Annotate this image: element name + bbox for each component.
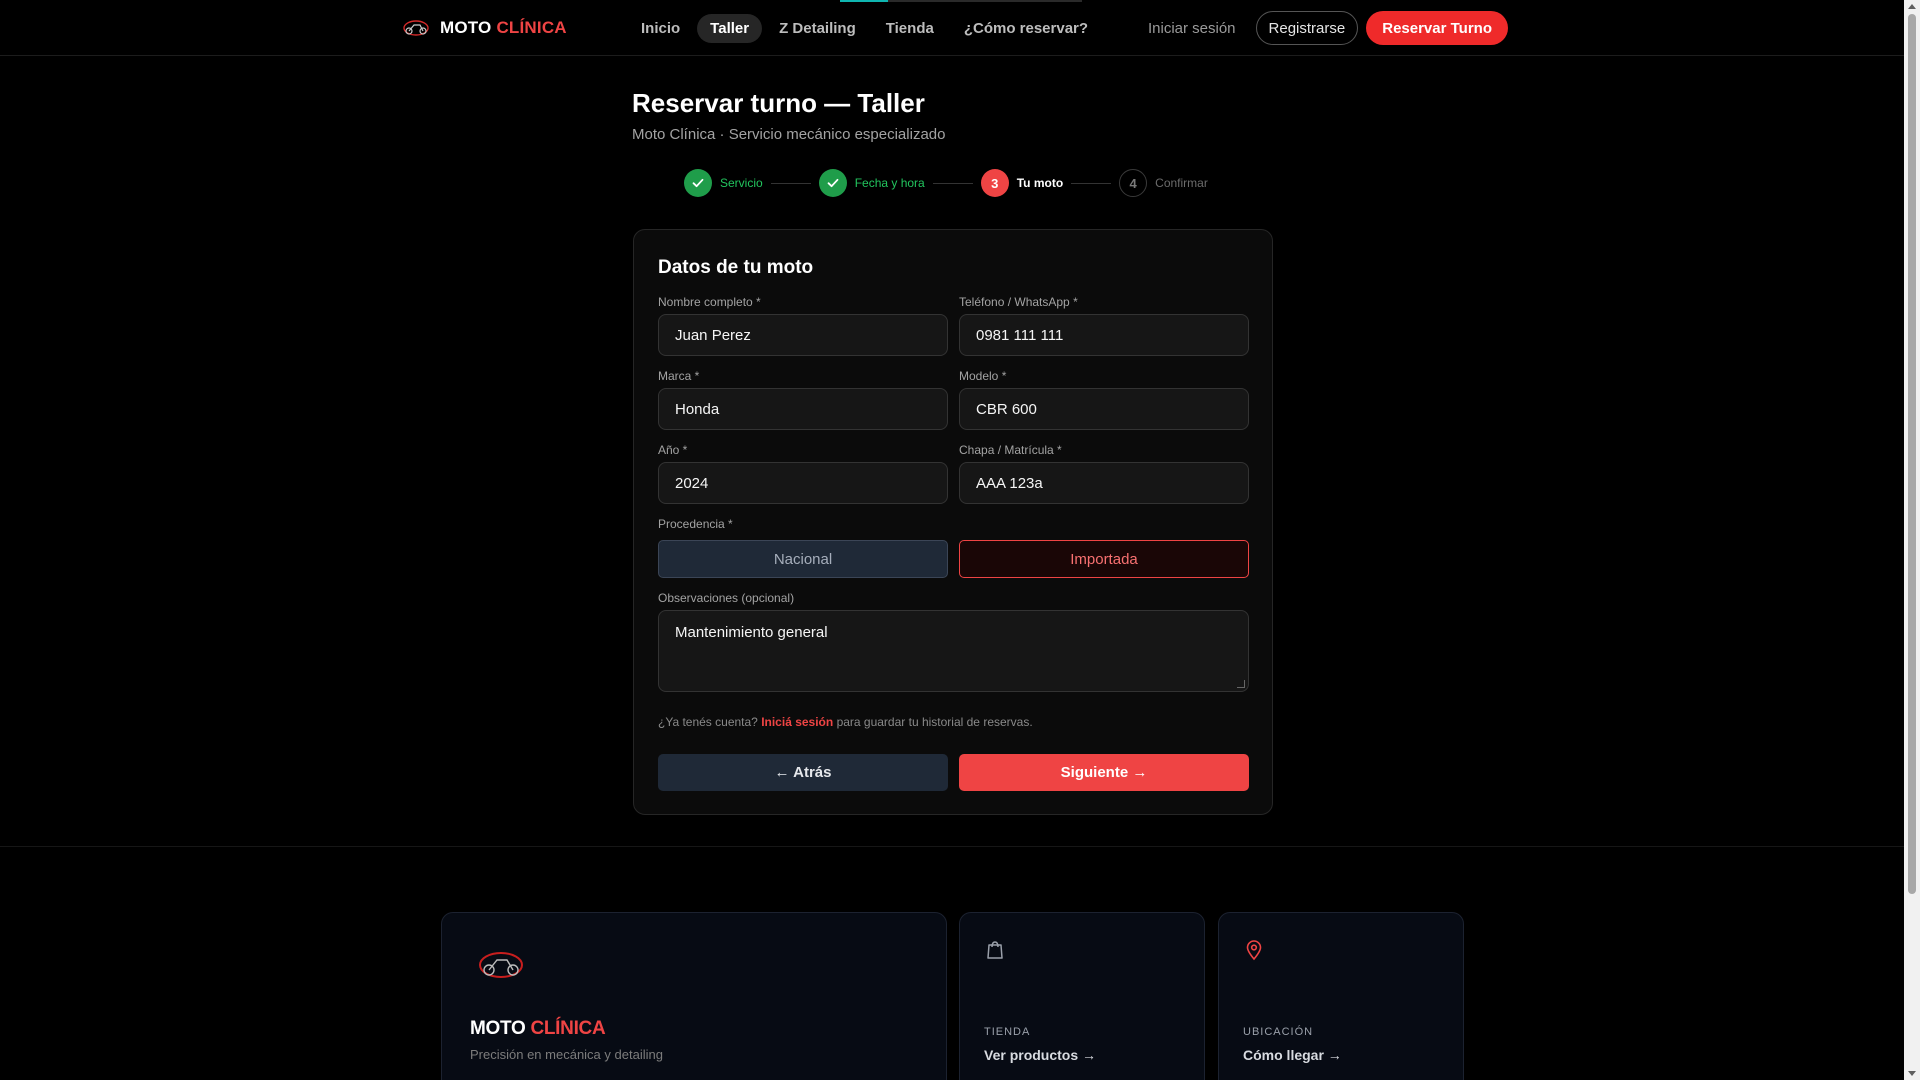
next-button[interactable]: Siguiente → <box>959 754 1249 791</box>
year-label: Año * <box>658 443 688 457</box>
account-note: ¿Ya tenés cuenta? Iniciá sesión para gua… <box>658 715 1033 729</box>
top-navbar: MOTO CLÍNICA Inicio Taller Z Detailing T… <box>0 0 1904 56</box>
back-button[interactable]: ← Atrás <box>658 754 948 791</box>
check-icon <box>818 169 847 197</box>
moto-details-form: Datos de tu moto Nombre completo * Juan … <box>633 229 1273 815</box>
register-button[interactable]: Registrarse <box>1255 11 1359 45</box>
brand-name: MOTO CLÍNICA <box>440 18 567 37</box>
shopping-bag-icon <box>987 941 1003 959</box>
form-title: Datos de tu moto <box>658 257 814 278</box>
reserve-turn-button[interactable]: Reservar Turno <box>1366 11 1508 45</box>
footer-tagline: Precisión en mecánica y detailing <box>470 1047 663 1062</box>
footer-shop-kicker: TIENDA <box>984 1026 1031 1038</box>
footer-location-card[interactable]: UBICACIÓN Cómo llegar → <box>1218 912 1464 1080</box>
step-label: Servicio <box>720 176 763 190</box>
phone-input[interactable]: 0981 111 111 <box>959 314 1249 356</box>
nav-progress-indicator <box>840 0 1082 2</box>
model-input[interactable]: CBR 600 <box>959 388 1249 430</box>
motorcycle-logo-icon <box>479 952 523 978</box>
notes-label: Observaciones (opcional) <box>658 591 795 605</box>
step-servicio: Servicio <box>684 169 763 197</box>
footer-brand-card: MOTO CLÍNICA Precisión en mecánica y det… <box>441 912 947 1080</box>
step-label: Tu moto <box>1016 176 1064 190</box>
notes-textarea[interactable]: Mantenimiento general <box>658 610 1249 692</box>
footer-brand-name: MOTO CLÍNICA <box>470 1018 606 1039</box>
notes-text: Mantenimiento general <box>675 624 828 641</box>
footer-location-link[interactable]: Cómo llegar → <box>1243 1047 1342 1063</box>
page-subtitle: Moto Clínica · Servicio mecánico especia… <box>632 126 946 143</box>
header-actions: Iniciar sesión Registrarse Reservar Turn… <box>1136 11 1508 45</box>
account-note-prefix: ¿Ya tenés cuenta? <box>658 715 758 729</box>
footer-divider <box>0 846 1904 847</box>
motorcycle-logo-icon <box>403 20 429 36</box>
scroll-thumb[interactable] <box>1908 14 1916 894</box>
origin-nacional-button[interactable]: Nacional <box>658 540 948 578</box>
step-connector <box>932 182 973 184</box>
booking-stepper: Servicio Fecha y hora 3 Tu moto 4 Confir… <box>684 169 1208 197</box>
name-label: Nombre completo * <box>658 295 761 309</box>
footer-shop-card[interactable]: TIENDA Ver productos → <box>959 912 1205 1080</box>
phone-label: Teléfono / WhatsApp * <box>959 295 1078 309</box>
step-connector <box>1071 182 1112 184</box>
scroll-up-arrow-icon[interactable] <box>1908 4 1916 9</box>
name-input[interactable]: Juan Perez <box>658 314 948 356</box>
step-number: 4 <box>1119 169 1148 197</box>
nav-taller[interactable]: Taller <box>697 13 763 43</box>
footer-shop-link[interactable]: Ver productos → <box>984 1047 1096 1063</box>
step-number: 3 <box>980 169 1009 197</box>
brand-logo-link[interactable]: MOTO CLÍNICA <box>402 14 567 42</box>
brand-label: Marca * <box>658 369 700 383</box>
step-fecha-hora: Fecha y hora <box>818 169 925 197</box>
map-pin-icon <box>1246 940 1262 961</box>
nav-z-detailing[interactable]: Z Detailing <box>766 14 869 43</box>
origin-label: Procedencia * <box>658 517 733 531</box>
step-confirmar: 4 Confirmar <box>1119 169 1208 197</box>
plate-label: Chapa / Matrícula * <box>959 443 1062 457</box>
footer-location-kicker: UBICACIÓN <box>1243 1026 1314 1038</box>
step-tu-moto: 3 Tu moto <box>980 169 1064 197</box>
login-link[interactable]: Iniciar sesión <box>1136 20 1248 37</box>
page-title: Reservar turno — Taller <box>632 88 925 118</box>
login-inline-link[interactable]: Iniciá sesión <box>761 715 833 729</box>
scroll-down-arrow-icon[interactable] <box>1908 1071 1916 1076</box>
step-label: Fecha y hora <box>854 176 925 190</box>
page-scrollbar[interactable] <box>1904 0 1920 1080</box>
origin-importada-button[interactable]: Importada <box>959 540 1249 578</box>
account-note-suffix: para guardar tu historial de reservas. <box>836 715 1033 729</box>
check-icon <box>684 169 712 197</box>
year-input[interactable]: 2024 <box>658 462 948 504</box>
step-connector <box>770 182 811 184</box>
nav-tienda[interactable]: Tienda <box>873 14 947 43</box>
nav-como-reservar[interactable]: ¿Cómo reservar? <box>951 14 1101 43</box>
nav-inicio[interactable]: Inicio <box>628 14 693 43</box>
resize-handle[interactable] <box>1237 680 1245 688</box>
plate-input[interactable]: AAA 123a <box>959 462 1249 504</box>
model-label: Modelo * <box>959 369 1007 383</box>
main-nav: Inicio Taller Z Detailing Tienda ¿Cómo r… <box>628 13 1101 43</box>
step-label: Confirmar <box>1155 176 1208 190</box>
brand-input[interactable]: Honda <box>658 388 948 430</box>
